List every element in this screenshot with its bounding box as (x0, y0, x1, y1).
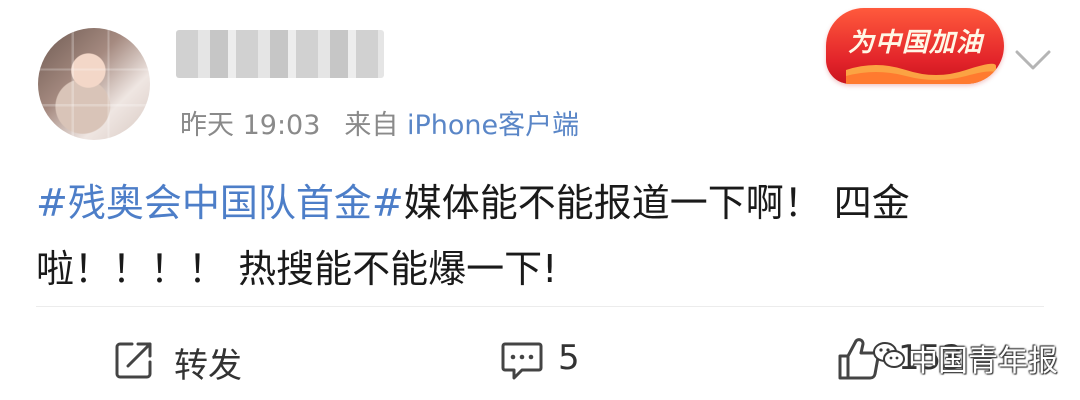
comment-icon[interactable] (500, 340, 544, 382)
post-text-2: 啦！！！！ 热搜能不能爆一下! (36, 247, 558, 291)
post-line-1: #残奥会中国队首金#媒体能不能报道一下啊！ 四金 (36, 170, 1046, 236)
chevron-down-icon[interactable] (1013, 48, 1053, 72)
repost-label[interactable]: 转发 (174, 338, 242, 387)
username-blurred[interactable] (176, 30, 384, 78)
repost-icon[interactable] (114, 340, 154, 380)
post-from-label: 来自 (344, 110, 399, 141)
post-meta: 昨天 19:03 来自 iPhone客户端 (180, 103, 579, 142)
badge-decoration-icon (846, 63, 996, 84)
cheer-badge[interactable]: 为中国加油 (826, 8, 1004, 84)
hashtag-link[interactable]: #残奥会中国队首金# (36, 181, 404, 225)
avatar[interactable] (38, 28, 150, 140)
post-text-1: 媒体能不能报道一下啊！ 四金 (403, 181, 910, 225)
comment-count[interactable]: 5 (558, 338, 580, 378)
client-link[interactable]: iPhone客户端 (407, 110, 579, 141)
wechat-icon (873, 342, 905, 368)
divider (36, 306, 1044, 307)
badge-text: 为中国加油 (848, 28, 984, 58)
post-content: #残奥会中国队首金#媒体能不能报道一下啊！ 四金 啦！！！！ 热搜能不能爆一下! (36, 170, 1046, 302)
post-time: 昨天 19:03 (180, 110, 321, 141)
watermark-text: 中国青年报 (908, 344, 1058, 379)
